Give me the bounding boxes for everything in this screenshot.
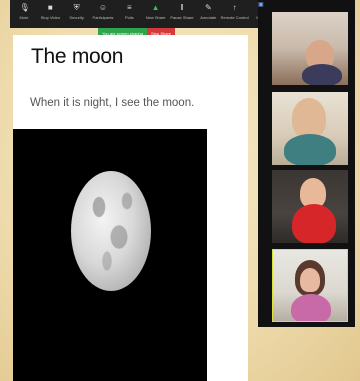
pause-share-label: Pause Share [170,15,194,20]
participant-tile[interactable] [272,170,348,243]
participants-button[interactable]: ☺ Participants [92,0,114,20]
participant-body [302,64,342,85]
shared-slide: The moon When it is night, I see the moo… [13,35,248,381]
remote-control-label: Remote Control [220,15,249,20]
polls-icon: ≡ [126,3,132,12]
annotate-label: Annotate [200,15,217,20]
mute-label: Mute [19,15,29,20]
participants-label: Participants [92,15,114,20]
participant-body [291,294,331,321]
annotate-button[interactable]: ✎ Annotate [198,0,218,20]
meeting-toolbar: 🎙 Mute ■ Stop Video ⛨ Security ☺ Partici… [10,0,275,28]
moon-image [13,129,207,381]
participant-tile[interactable] [272,12,348,85]
stop-video-button[interactable]: ■ Stop Video [40,0,61,20]
new-share-label: New Share [145,15,166,20]
pause-icon: ‖ [180,3,184,12]
shield-icon: ⛨ [73,3,80,12]
participants-icon: ☺ [98,3,108,12]
pause-share-button[interactable]: ‖ Pause Share [170,0,194,20]
participant-tile[interactable] [272,92,348,165]
gallery-view-icon[interactable]: ▣ [258,0,278,10]
participant-face [300,268,320,292]
share-icon: ▲ [151,3,160,12]
security-label: Security [69,15,84,20]
video-icon: ■ [47,3,53,12]
remote-control-icon: ↑ [232,3,237,12]
security-button[interactable]: ⛨ Security [67,0,87,20]
annotate-icon: ✎ [204,3,212,12]
slide-text: When it is night, I see the moon. [30,97,195,109]
participant-tile-active-speaker[interactable] [272,249,348,322]
remote-control-button[interactable]: ↑ Remote Control [221,0,249,20]
full-moon [71,171,151,291]
slide-title: The moon [31,45,124,68]
mic-icon: 🎙 [19,3,30,12]
polls-button[interactable]: ≡ Polls [119,0,139,20]
stop-video-label: Stop Video [40,15,61,20]
participant-body [292,204,336,243]
new-share-button[interactable]: ▲ New Share [146,0,166,20]
mute-button[interactable]: 🎙 Mute [14,0,34,20]
participant-body [284,134,336,165]
participant-video [292,98,326,138]
polls-label: Polls [124,15,134,20]
